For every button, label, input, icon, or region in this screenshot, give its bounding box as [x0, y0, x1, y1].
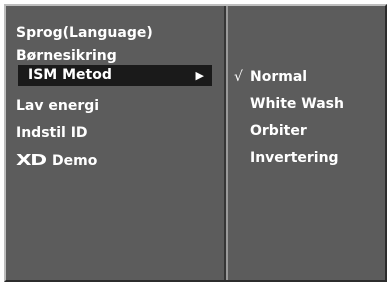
menu-item-low-power[interactable]: Lav energi: [16, 96, 99, 117]
option-label: Normal: [250, 69, 308, 85]
check-mark-icon: √: [234, 69, 243, 85]
menu-item-set-id[interactable]: Indstil ID: [16, 123, 88, 144]
option-orbiter[interactable]: Orbiter: [250, 121, 307, 141]
option-label: Invertering: [250, 150, 339, 166]
menu-item-child-lock[interactable]: Børnesikring: [16, 46, 117, 67]
option-label: White Wash: [250, 96, 344, 112]
xd-logo-icon: XD: [16, 151, 47, 169]
menu-item-label: Lav energi: [16, 98, 100, 114]
option-invertering[interactable]: Invertering: [250, 148, 339, 168]
menu-item-label: Børnesikring: [16, 48, 117, 64]
menu-item-ism-method[interactable]: ISM Metod ▶: [18, 65, 212, 86]
menu-item-language[interactable]: Sprog(Language): [16, 23, 153, 44]
option-normal[interactable]: Normal: [250, 67, 307, 87]
menu-item-label: Demo: [52, 153, 98, 169]
submenu-ism-method: √ Normal White Wash Orbiter Invertering: [226, 6, 385, 280]
submenu-arrow-icon: ▶: [195, 69, 204, 82]
menu-item-label: ISM Metod: [28, 67, 112, 83]
menu-item-xd-demo[interactable]: XD Demo: [16, 150, 97, 171]
menu-item-label: Sprog(Language): [16, 25, 153, 41]
option-white-wash[interactable]: White Wash: [250, 94, 344, 114]
option-label: Orbiter: [250, 123, 307, 139]
menu-item-label: Indstil ID: [16, 125, 88, 141]
main-menu: Sprog(Language) Børnesikring ISM Metod ▶…: [6, 6, 226, 280]
osd-menu-panel: Sprog(Language) Børnesikring ISM Metod ▶…: [4, 4, 387, 282]
